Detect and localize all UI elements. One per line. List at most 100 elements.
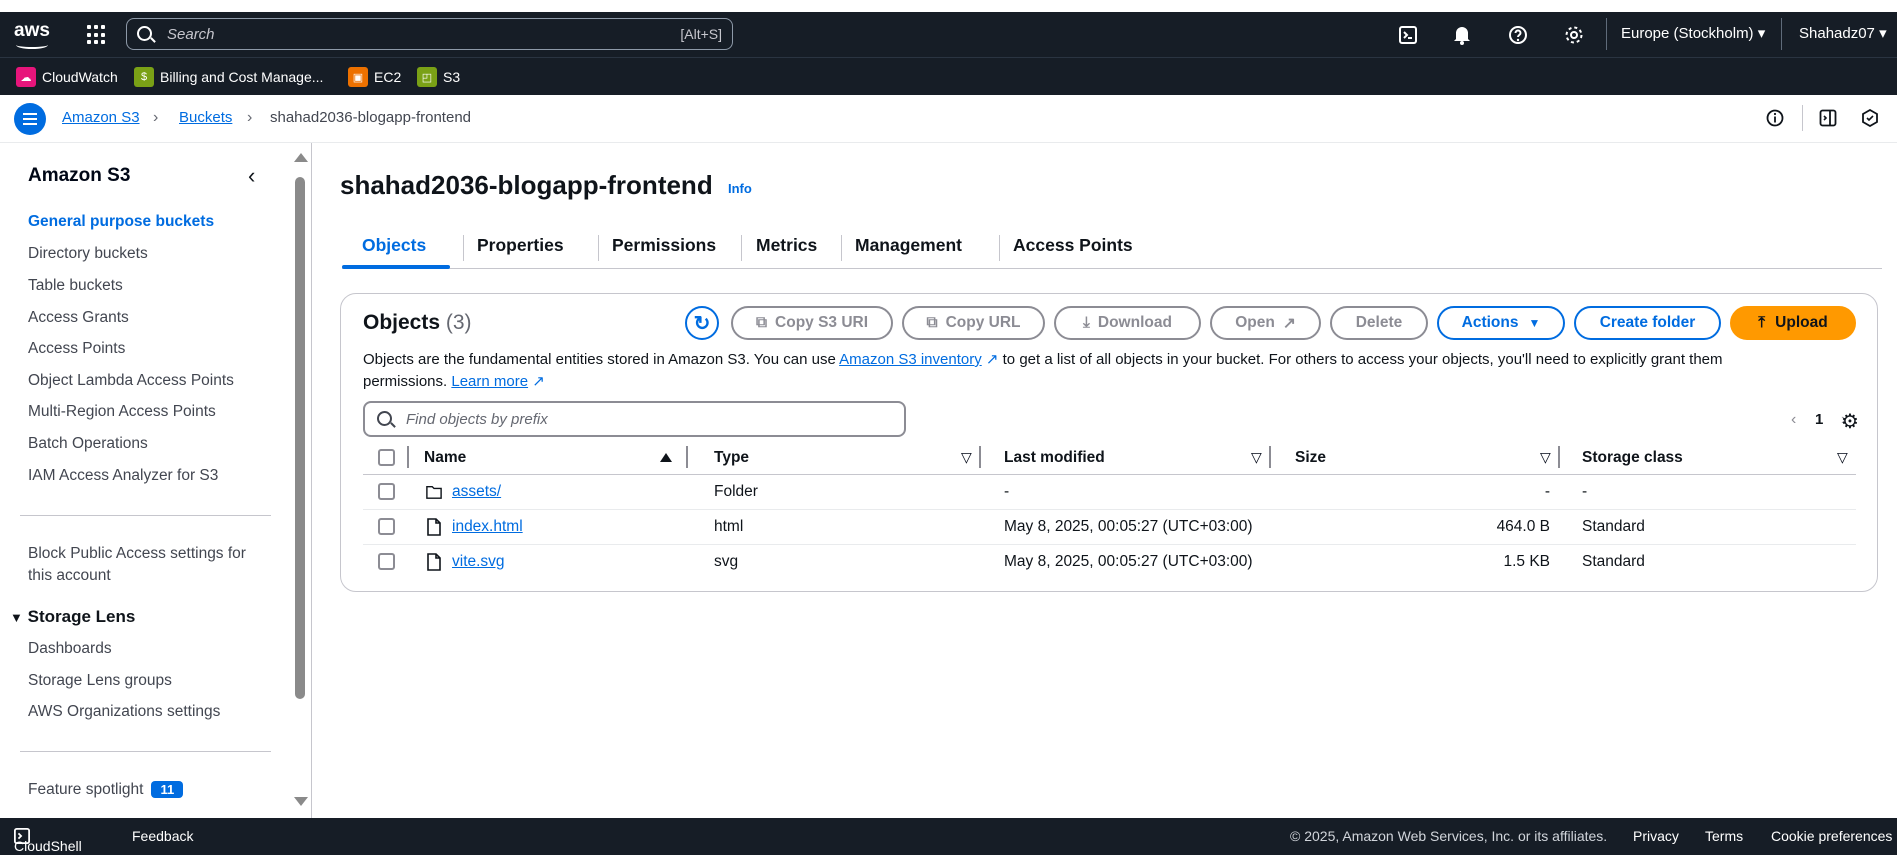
feedback-link[interactable]: Feedback bbox=[132, 828, 193, 844]
sidebar-item-feature-spotlight[interactable]: Feature spotlight 11 bbox=[28, 781, 184, 799]
download-button[interactable]: ⤓ Download bbox=[1054, 306, 1201, 340]
table-row[interactable]: index.html html May 8, 2025, 00:05:27 (U… bbox=[363, 510, 1856, 545]
object-last-modified: May 8, 2025, 00:05:27 (UTC+03:00) bbox=[1004, 518, 1253, 535]
favorite-s3[interactable]: ◰ S3 bbox=[417, 66, 460, 88]
sidebar-item-directory-buckets[interactable]: Directory buckets bbox=[28, 245, 148, 263]
actions-dropdown-button[interactable]: Actions ▼ bbox=[1437, 306, 1565, 340]
sidebar-item-object-lambda[interactable]: Object Lambda Access Points bbox=[28, 372, 234, 390]
row-checkbox[interactable] bbox=[378, 483, 395, 500]
sidebar-item-block-public-access[interactable]: Block Public Access settings for this ac… bbox=[28, 543, 246, 587]
sort-icon[interactable]: ▽ bbox=[1837, 449, 1848, 466]
breadcrumb-buckets[interactable]: Buckets bbox=[179, 109, 232, 126]
sidebar-item-access-grants[interactable]: Access Grants bbox=[28, 309, 129, 327]
cloudshell-button[interactable]: CloudShell bbox=[14, 828, 82, 854]
tab-access-points[interactable]: Access Points bbox=[1013, 235, 1133, 256]
column-name[interactable]: Name bbox=[424, 449, 466, 467]
copy-icon: ⧉ bbox=[755, 314, 768, 331]
region-selector[interactable]: Europe (Stockholm) ▾ bbox=[1621, 24, 1765, 42]
scroll-down-icon[interactable] bbox=[294, 797, 308, 806]
tab-management[interactable]: Management bbox=[855, 235, 962, 256]
learn-more-link[interactable]: Learn more bbox=[451, 373, 528, 390]
tab-metrics[interactable]: Metrics bbox=[756, 235, 817, 256]
copy-url-button[interactable]: ⧉ Copy URL bbox=[902, 306, 1045, 340]
filter-placeholder: Find objects by prefix bbox=[406, 411, 548, 428]
previous-page-icon[interactable]: ‹ bbox=[1791, 411, 1796, 429]
upload-button[interactable]: ⤒ Upload bbox=[1730, 306, 1856, 340]
services-grid-icon[interactable] bbox=[87, 25, 107, 45]
row-checkbox[interactable] bbox=[378, 553, 395, 570]
sidebar-item-iam-access-analyzer[interactable]: IAM Access Analyzer for S3 bbox=[28, 467, 218, 485]
favorite-cloudwatch[interactable]: ☁ CloudWatch bbox=[16, 66, 118, 88]
open-button[interactable]: Open ↗ bbox=[1210, 306, 1321, 340]
search-icon bbox=[137, 26, 152, 41]
settings-gear-icon[interactable] bbox=[1563, 24, 1585, 46]
assistant-icon[interactable] bbox=[1860, 108, 1880, 128]
notifications-bell-icon[interactable] bbox=[1451, 24, 1473, 46]
main-content: shahad2036-blogapp-frontend Info Objects… bbox=[313, 143, 1897, 818]
search-input[interactable]: Search [Alt+S] bbox=[126, 18, 733, 50]
collapse-sidebar-icon[interactable]: ‹ bbox=[248, 163, 255, 189]
column-type[interactable]: Type bbox=[714, 449, 749, 467]
menu-toggle-icon[interactable] bbox=[14, 103, 46, 135]
select-all-checkbox[interactable] bbox=[378, 449, 395, 466]
object-storage-class: - bbox=[1582, 483, 1588, 500]
sort-icon[interactable]: ▽ bbox=[961, 449, 972, 466]
button-label: Open bbox=[1235, 314, 1275, 331]
find-objects-input[interactable]: Find objects by prefix bbox=[363, 401, 906, 437]
table-row[interactable]: assets/ Folder - - - bbox=[363, 475, 1856, 510]
table-preferences-gear-icon[interactable]: ⚙ bbox=[1841, 409, 1859, 434]
table-row[interactable]: vite.svg svg May 8, 2025, 00:05:27 (UTC+… bbox=[363, 545, 1856, 580]
cookie-preferences-link[interactable]: Cookie preferences bbox=[1771, 828, 1892, 844]
sidebar-item-table-buckets[interactable]: Table buckets bbox=[28, 277, 123, 295]
sidebar-scrollbar[interactable] bbox=[291, 143, 309, 818]
aws-logo[interactable]: aws bbox=[14, 20, 54, 50]
row-checkbox[interactable] bbox=[378, 518, 395, 535]
column-size[interactable]: Size bbox=[1295, 449, 1326, 467]
table-header: Name Type ▽ Last modified ▽ Size ▽ Stora… bbox=[363, 441, 1856, 475]
object-name-link[interactable]: vite.svg bbox=[452, 553, 505, 571]
breadcrumb-amazon-s3[interactable]: Amazon S3 bbox=[62, 109, 140, 126]
sidebar-item-access-points[interactable]: Access Points bbox=[28, 340, 125, 358]
terms-link[interactable]: Terms bbox=[1705, 828, 1743, 844]
sort-icon[interactable]: ▽ bbox=[1540, 449, 1551, 466]
scroll-up-icon[interactable] bbox=[294, 153, 308, 162]
info-panel-icon[interactable] bbox=[1765, 108, 1785, 128]
tab-properties[interactable]: Properties bbox=[477, 235, 564, 256]
tab-objects[interactable]: Objects bbox=[362, 235, 426, 256]
page-number[interactable]: 1 bbox=[1815, 411, 1823, 428]
cloudshell-icon[interactable] bbox=[1397, 24, 1419, 46]
object-name-link[interactable]: index.html bbox=[452, 518, 523, 536]
sidebar-item-general-purpose-buckets[interactable]: General purpose buckets bbox=[28, 213, 214, 231]
object-last-modified: - bbox=[1004, 483, 1010, 500]
tab-permissions[interactable]: Permissions bbox=[612, 235, 716, 256]
column-last-modified[interactable]: Last modified bbox=[1004, 449, 1105, 467]
sidebar-item-multi-region[interactable]: Multi-Region Access Points bbox=[28, 403, 216, 421]
privacy-link[interactable]: Privacy bbox=[1633, 828, 1679, 844]
sidebar-divider bbox=[20, 515, 271, 516]
info-link[interactable]: Info bbox=[728, 181, 752, 196]
sort-ascending-icon[interactable] bbox=[660, 453, 672, 462]
object-type: svg bbox=[714, 553, 739, 570]
copy-s3-uri-button[interactable]: ⧉ Copy S3 URI bbox=[731, 306, 893, 340]
sort-icon[interactable]: ▽ bbox=[1251, 449, 1262, 466]
active-tab-indicator bbox=[342, 265, 450, 269]
sidebar-item-storage-lens-groups[interactable]: Storage Lens groups bbox=[28, 672, 172, 690]
column-storage-class[interactable]: Storage class bbox=[1582, 449, 1683, 467]
sidebar-item-batch-operations[interactable]: Batch Operations bbox=[28, 435, 148, 453]
favorite-billing[interactable]: $ Billing and Cost Manage... bbox=[134, 66, 323, 88]
sidebar-title[interactable]: Amazon S3 bbox=[28, 165, 130, 187]
refresh-button[interactable]: ↻ bbox=[685, 306, 719, 340]
storage-lens-section[interactable]: ▼ Storage Lens bbox=[10, 607, 135, 627]
sidebar-item-organizations-settings[interactable]: AWS Organizations settings bbox=[28, 703, 220, 721]
delete-button[interactable]: Delete bbox=[1330, 306, 1428, 340]
account-menu[interactable]: Shahadz07 ▾ bbox=[1799, 24, 1887, 42]
create-folder-button[interactable]: Create folder bbox=[1574, 306, 1721, 340]
help-icon[interactable] bbox=[1507, 24, 1529, 46]
objects-count: (3) bbox=[445, 311, 472, 334]
objects-panel: Objects (3) ↻ ⧉ Copy S3 URI ⧉ Copy URL ⤓ Do… bbox=[340, 293, 1878, 592]
favorite-ec2[interactable]: ▣ EC2 bbox=[348, 66, 401, 88]
s3-inventory-link[interactable]: Amazon S3 inventory bbox=[839, 351, 982, 368]
sidebar-item-dashboards[interactable]: Dashboards bbox=[28, 640, 112, 658]
side-panel-icon[interactable] bbox=[1818, 108, 1838, 128]
object-name-link[interactable]: assets/ bbox=[452, 483, 501, 501]
